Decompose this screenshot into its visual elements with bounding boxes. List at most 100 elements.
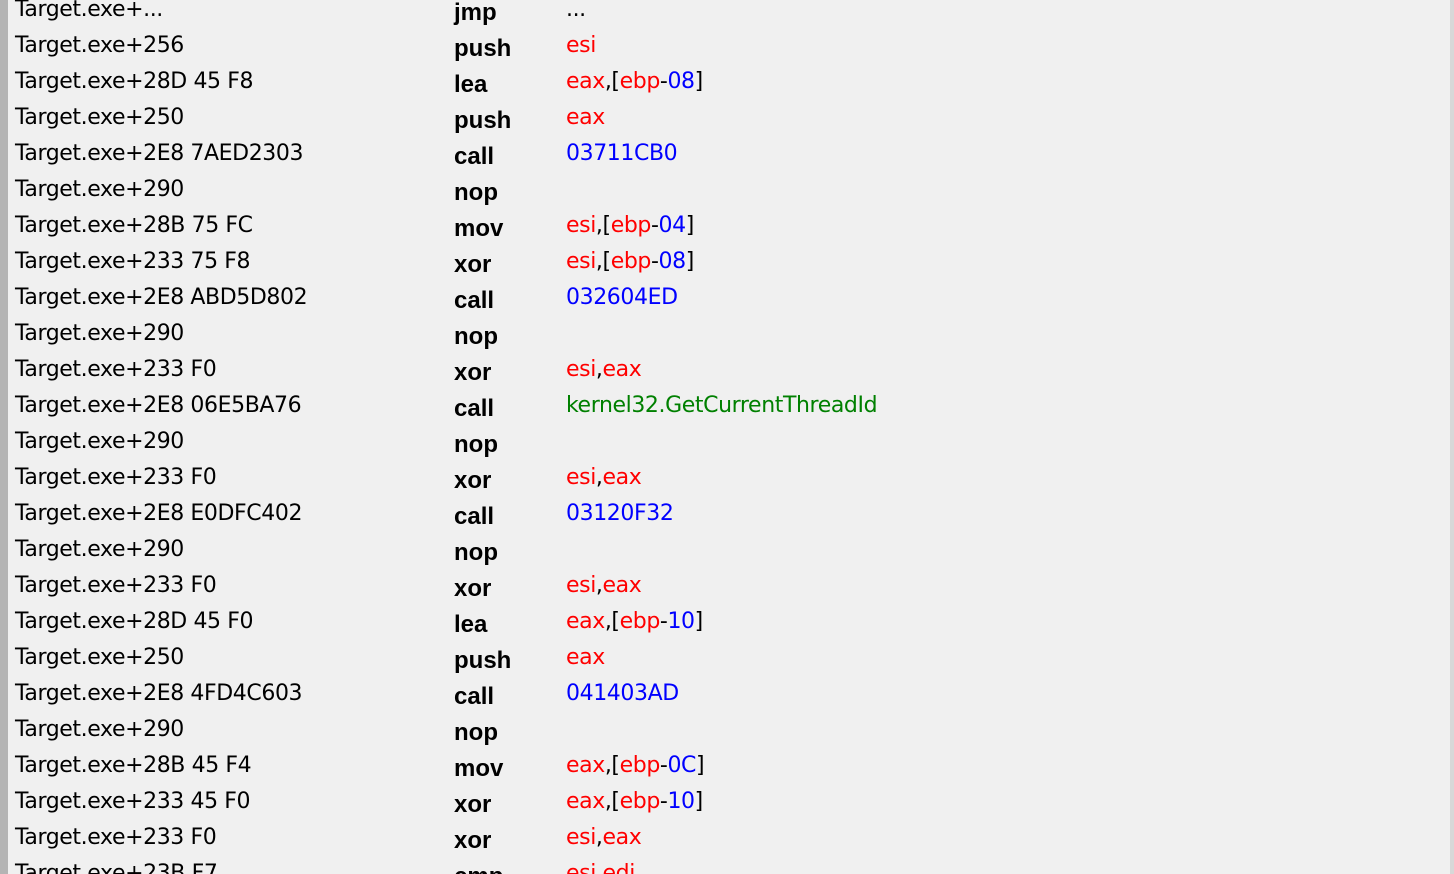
address-bytes: Target.exe+28B 45 F4	[15, 753, 252, 778]
disassembly-row[interactable]: Target.exe+250 push eax	[0, 635, 1454, 674]
disassembly-row[interactable]: Target.exe+233 F0 xor esi,eax	[0, 347, 1454, 386]
address-bytes: Target.exe+...	[15, 0, 163, 22]
disassembly-row[interactable]: Target.exe+... jmp...	[0, 0, 1454, 26]
operands: esi,eax	[566, 355, 642, 385]
number-token: 08	[667, 69, 695, 94]
punctuation-token: ,[	[604, 753, 620, 778]
punctuation-token: ,[	[595, 213, 611, 238]
register-token: eax	[566, 753, 605, 778]
disassembly-row[interactable]: Target.exe+250 push eax	[0, 95, 1454, 134]
address-bytes: Target.exe+250	[15, 645, 184, 670]
opcode-mnemonic: cmp	[454, 862, 503, 874]
disassembly-row[interactable]: Target.exe+256 push esi	[0, 23, 1454, 62]
disassembly-row[interactable]: Target.exe+290 nop	[0, 707, 1454, 746]
register-token: ebp	[619, 69, 661, 94]
register-token: esi	[566, 573, 596, 598]
number-token: 03120F32	[566, 501, 674, 526]
address-bytes: Target.exe+233 F0	[15, 573, 217, 598]
punctuation-token: ]	[694, 789, 704, 814]
number-token: 10	[667, 789, 695, 814]
punctuation-token: ,	[595, 861, 603, 874]
operands: eax,[ebp-10]	[566, 787, 703, 817]
address-bytes: Target.exe+233 F0	[15, 357, 217, 382]
punctuation-token: -	[650, 249, 659, 274]
operands: eax,[ebp-0C]	[566, 751, 705, 781]
address-bytes: Target.exe+233 F0	[15, 465, 217, 490]
register-token: eax	[566, 609, 605, 634]
disassembly-row[interactable]: Target.exe+233 F0 xor esi,eax	[0, 455, 1454, 494]
disassembly-row[interactable]: Target.exe+2E8 ABD5D802 call 032604ED	[0, 275, 1454, 314]
right-border	[1450, 0, 1454, 874]
punctuation-token: ]	[685, 213, 695, 238]
punctuation-token: ...	[566, 0, 586, 22]
register-token: esi	[566, 213, 596, 238]
disassembly-listing[interactable]: Target.exe+... jmp... Target.exe+256 push es…	[0, 0, 1454, 874]
number-token: 0C	[667, 753, 696, 778]
address-bytes: Target.exe+290	[15, 537, 184, 562]
disassembly-row[interactable]: Target.exe+2E8 7AED2303 call 03711CB0	[0, 131, 1454, 170]
disassembly-row[interactable]: Target.exe+233 F0 xor esi,eax	[0, 815, 1454, 854]
operands: esi,[ebp-08]	[566, 247, 694, 277]
operands: 03711CB0	[566, 139, 678, 169]
disassembly-row[interactable]: Target.exe+233 F0 xor esi,eax	[0, 563, 1454, 602]
number-token: 08	[658, 249, 687, 274]
number-token: 032604ED	[566, 285, 678, 310]
operands: eax,[ebp-10]	[566, 607, 703, 637]
address-bytes: Target.exe+28B 75 FC	[15, 213, 253, 238]
register-token: esi	[566, 825, 596, 850]
disassembly-row[interactable]: Target.exe+233 75 F8 xor esi,[ebp-08]	[0, 239, 1454, 278]
address-bytes: Target.exe+250	[15, 105, 184, 130]
address-bytes: Target.exe+290	[15, 177, 184, 202]
operands: eax,[ebp-08]	[566, 67, 703, 97]
number-token: 10	[667, 609, 695, 634]
punctuation-token: ]	[696, 753, 705, 778]
punctuation-token: -	[650, 213, 659, 238]
disassembly-row[interactable]: Target.exe+290 nop	[0, 167, 1454, 206]
number-token: 041403AD	[566, 681, 679, 706]
operands: ...	[566, 0, 586, 25]
disassembly-row[interactable]: Target.exe+28B 75 FC mov esi,[ebp-04]	[0, 203, 1454, 242]
disassembly-row[interactable]: Target.exe+28D 45 F8 lea eax,[ebp-08]	[0, 59, 1454, 98]
disassembly-row[interactable]: Target.exe+28B 45 F4 mov eax,[ebp-0C]	[0, 743, 1454, 782]
disassembly-row[interactable]: Target.exe+233 45 F0 xor eax,[ebp-10]	[0, 779, 1454, 818]
disassembly-row[interactable]: Target.exe+290 nop	[0, 527, 1454, 566]
disassembly-row[interactable]: Target.exe+28D 45 F0 lea eax,[ebp-10]	[0, 599, 1454, 638]
disassembly-row[interactable]: Target.exe+2E8 4FD4C603 call 041403AD	[0, 671, 1454, 710]
disassembly-row[interactable]: Target.exe+2E8 06E5BA76 call kernel32.GetC…	[0, 383, 1454, 422]
register-token: eax	[566, 105, 605, 130]
punctuation-token: ,[	[604, 69, 620, 94]
address-bytes: Target.exe+2E8 4FD4C603	[15, 681, 303, 706]
address-bytes: Target.exe+2E8 E0DFC402	[15, 501, 303, 526]
disassembly-row[interactable]: Target.exe+2E8 E0DFC402 call 03120F32	[0, 491, 1454, 530]
number-token: 03711CB0	[566, 141, 678, 166]
address-bytes: Target.exe+256	[15, 33, 184, 58]
symbol-token: kernel32.GetCurrentThreadId	[566, 393, 878, 418]
operands: esi,edi	[566, 859, 635, 874]
register-token: eax	[566, 789, 605, 814]
operands: 032604ED	[566, 283, 678, 313]
register-token: esi	[566, 249, 596, 274]
address-bytes: Target.exe+233 75 F8	[15, 249, 251, 274]
register-token: eax	[602, 357, 642, 382]
register-token: eax	[566, 69, 605, 94]
operands: eax	[566, 643, 605, 673]
operands: esi,[ebp-04]	[566, 211, 694, 241]
disassembler-window: Target.exe+... jmp... Target.exe+256 push es…	[0, 0, 1454, 874]
address-bytes: Target.exe+23B F7	[15, 861, 218, 874]
disassembly-row[interactable]: Target.exe+290 nop	[0, 311, 1454, 350]
punctuation-token: ,[	[604, 609, 620, 634]
disassembly-row[interactable]: Target.exe+23B F7 cmp esi,edi	[0, 851, 1454, 874]
operands: 03120F32	[566, 499, 674, 529]
operands: eax	[566, 103, 605, 133]
operands: esi,eax	[566, 823, 642, 853]
punctuation-token: ]	[685, 249, 695, 274]
address-bytes: Target.exe+28D 45 F0	[15, 609, 254, 634]
register-token: eax	[602, 465, 642, 490]
register-token: edi	[602, 861, 636, 874]
disassembly-row[interactable]: Target.exe+290 nop	[0, 419, 1454, 458]
operands: esi	[566, 31, 596, 61]
register-token: ebp	[619, 789, 661, 814]
address-bytes: Target.exe+233 F0	[15, 825, 217, 850]
operands: esi,eax	[566, 571, 642, 601]
punctuation-token: ,	[595, 465, 603, 490]
